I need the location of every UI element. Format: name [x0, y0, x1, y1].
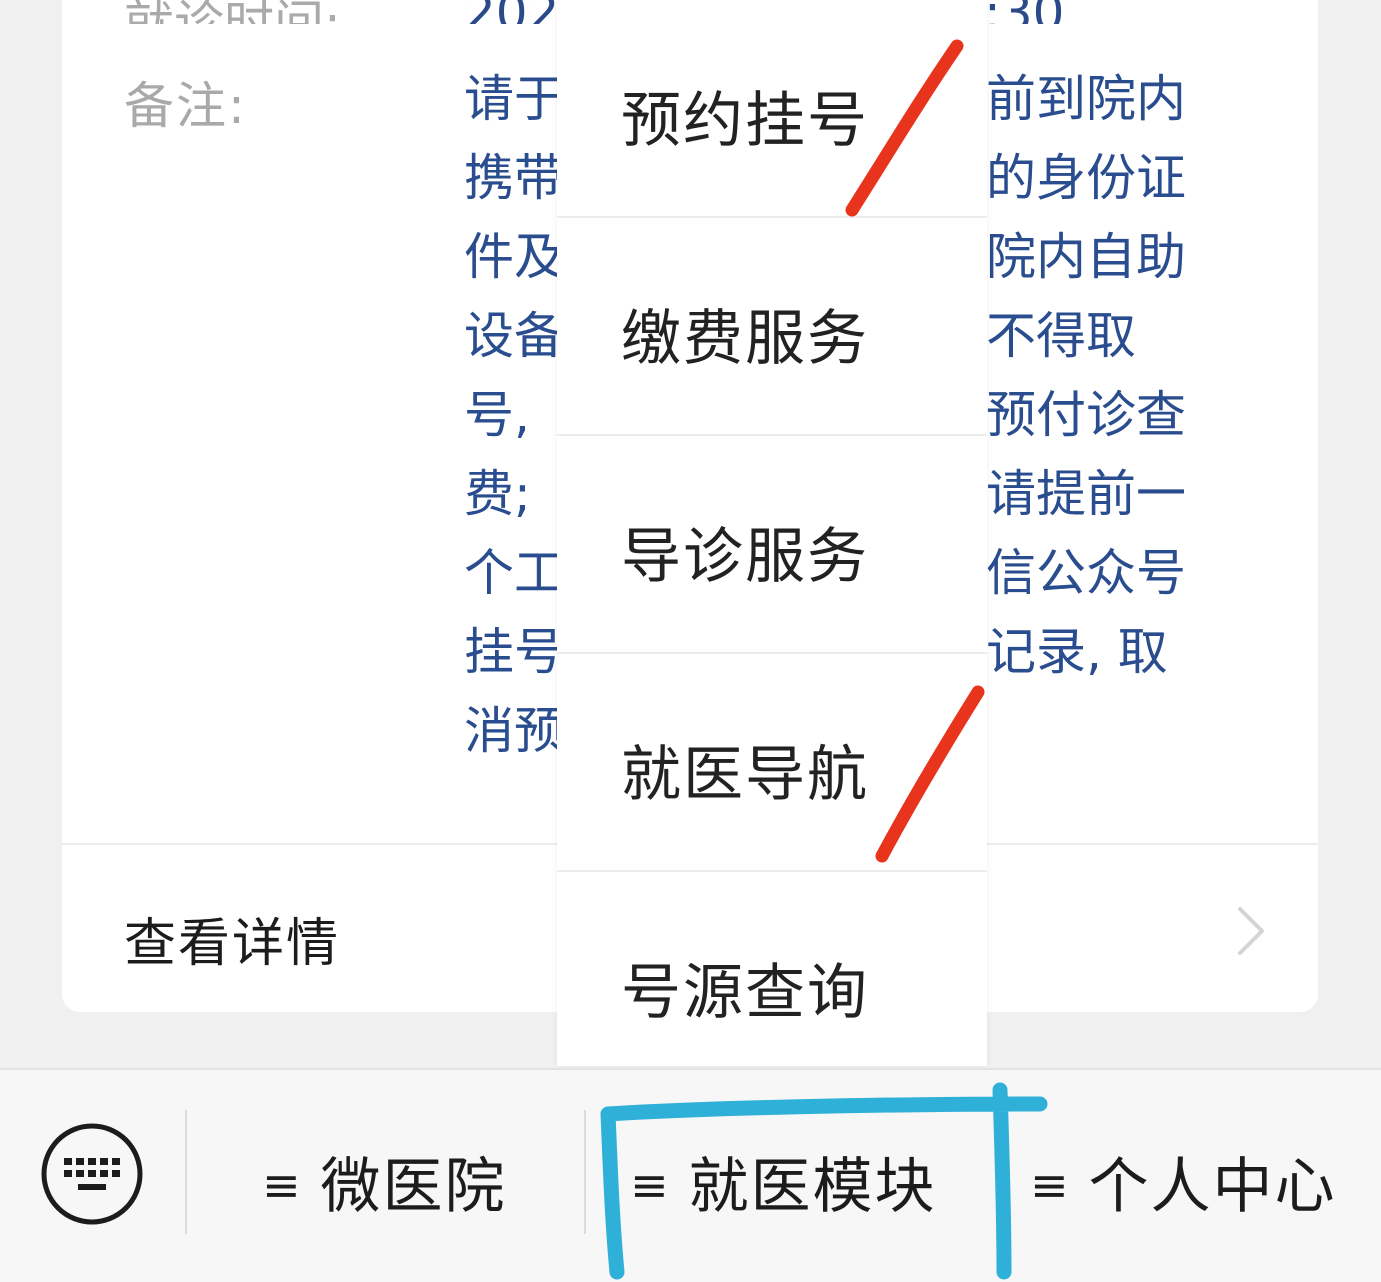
visit-time-value-left: 202 [464, 0, 559, 24]
note-line-left: 携带 [464, 149, 564, 207]
service-popup-menu: 预约挂号 缴费服务 导诊服务 就医导航 号源查询 [557, 0, 987, 1066]
note-line-right: 请提前一 [986, 465, 1186, 523]
note-line-right: 预付诊查 [986, 386, 1186, 444]
note-line-right: 院内自助 [986, 228, 1186, 286]
menu-item-payment[interactable]: 缴费服务 [557, 218, 987, 436]
menu-item-label: 导诊服务 [621, 522, 869, 592]
note-line-left: 号, [464, 386, 530, 444]
menu-lines-icon: ≡ [630, 1158, 671, 1212]
note-line-right: 不得取 [986, 307, 1136, 365]
tab-separator [185, 1110, 187, 1234]
note-line-left: 请于 [464, 70, 564, 128]
menu-lines-icon: ≡ [262, 1158, 303, 1212]
note-line-left: 个工 [464, 544, 564, 602]
note-line-left: 消预 [464, 702, 564, 760]
note-line-right: 信公众号 [986, 544, 1186, 602]
menu-item-label: 预约挂号 [621, 86, 869, 156]
menu-item-guidance[interactable]: 导诊服务 [557, 436, 987, 654]
menu-item-appointment[interactable]: 预约挂号 [557, 0, 987, 218]
tab-separator [584, 1110, 586, 1234]
tab-personal-center[interactable]: ≡ 个人中心 [1030, 1138, 1337, 1225]
chevron-right-icon [1238, 907, 1264, 955]
menu-item-navigation[interactable]: 就医导航 [557, 654, 987, 872]
tab-label: 就医模块 [688, 1152, 937, 1222]
tab-separator [1000, 1110, 1002, 1234]
menu-item-label: 号源查询 [621, 958, 869, 1028]
menu-item-label: 缴费服务 [621, 304, 869, 374]
tab-label: 微医院 [320, 1152, 507, 1222]
keyboard-icon[interactable] [40, 1122, 144, 1226]
note-line-left: 费; [464, 465, 531, 523]
note-line-right: 前到院内 [986, 70, 1186, 128]
tab-label: 个人中心 [1088, 1152, 1337, 1222]
note-line-left: 挂号 [464, 623, 564, 681]
note-line-left: 件及 [464, 228, 564, 286]
note-line-right: 记录, 取 [986, 623, 1168, 681]
menu-item-slot-query[interactable]: 号源查询 [557, 872, 987, 1088]
note-line-right: 的身份证 [986, 149, 1186, 207]
visit-time-label: 就诊时间: [124, 0, 341, 24]
menu-lines-icon: ≡ [1030, 1158, 1071, 1212]
note-label: 备注: [124, 77, 247, 135]
tab-micro-hospital[interactable]: ≡ 微医院 [262, 1138, 507, 1225]
menu-item-label: 就医导航 [621, 740, 869, 810]
visit-time-value-right: :30 [984, 0, 1064, 24]
tab-medical-module[interactable]: ≡ 就医模块 [630, 1138, 937, 1225]
view-details-label: 查看详情 [124, 914, 341, 974]
note-line-left: 设备 [464, 307, 564, 365]
